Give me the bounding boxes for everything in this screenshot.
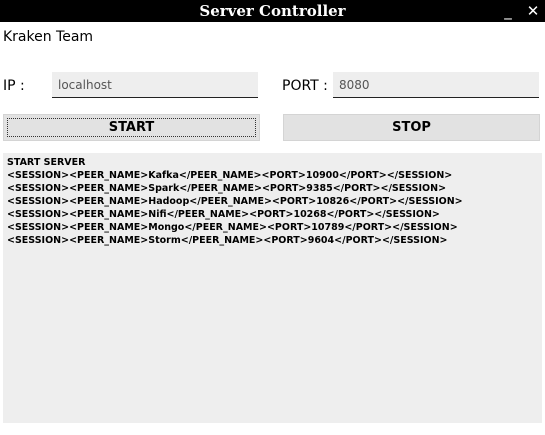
minimize-icon[interactable]: _ (497, 0, 519, 22)
ip-input[interactable]: localhost (52, 72, 258, 98)
log-line: <SESSION><PEER_NAME>Spark</PEER_NAME><PO… (7, 183, 447, 194)
title-bar: Server Controller _ ✕ (0, 0, 545, 22)
ip-label: IP : (3, 78, 25, 94)
log-text-area[interactable]: START SERVER <SESSION><PEER_NAME>Kafka</… (3, 153, 542, 423)
log-line: START SERVER (7, 157, 86, 168)
stop-button[interactable]: STOP (283, 114, 540, 141)
log-line: <SESSION><PEER_NAME>Nifi</PEER_NAME><POR… (7, 209, 440, 220)
start-button-label: START (108, 120, 155, 135)
log-line: <SESSION><PEER_NAME>Kafka</PEER_NAME><PO… (7, 170, 453, 181)
start-button[interactable]: START (3, 114, 260, 141)
stop-button-label: STOP (392, 120, 431, 135)
team-label: Kraken Team (3, 29, 94, 45)
log-line: <SESSION><PEER_NAME>Storm</PEER_NAME><PO… (7, 235, 448, 246)
log-line: <SESSION><PEER_NAME>Hadoop</PEER_NAME><P… (7, 196, 463, 207)
window-title: Server Controller (199, 2, 346, 20)
port-input[interactable]: 8080 (333, 72, 539, 98)
close-icon[interactable]: ✕ (522, 0, 544, 22)
port-label: PORT : (282, 78, 328, 94)
log-line: <SESSION><PEER_NAME>Mongo</PEER_NAME><PO… (7, 222, 458, 233)
